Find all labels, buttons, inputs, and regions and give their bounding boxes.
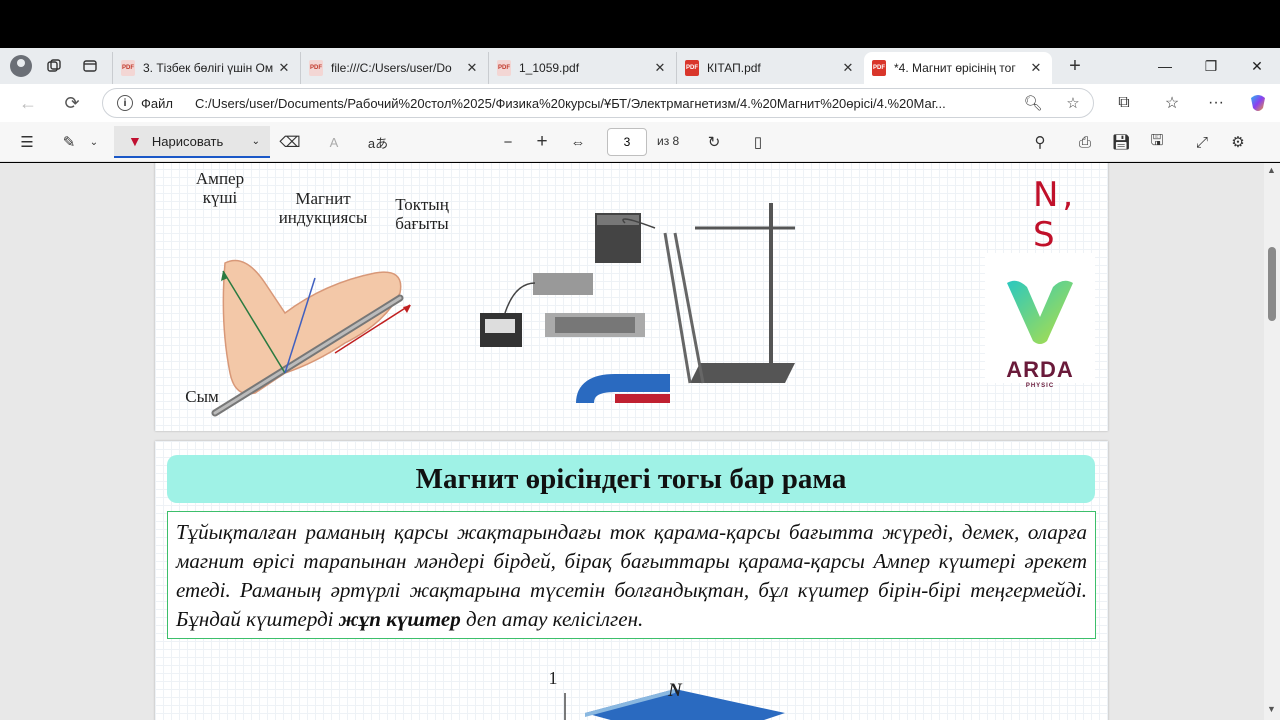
- fit-page-icon[interactable]: ⇔: [566, 130, 590, 154]
- tab-3[interactable]: PDF КІТАП.pdf ✕: [676, 52, 864, 84]
- pdf-page-current: Магнит өрісіндегі тогы бар рама Тұйықтал…: [155, 441, 1108, 720]
- tab-1[interactable]: PDF file:///C:/Users/user/Do ✕: [300, 52, 488, 84]
- pen-icon: ▼: [128, 133, 142, 149]
- label-current-direction: Токтың бағыты: [395, 195, 449, 233]
- restore-button[interactable]: ❐: [1188, 48, 1234, 84]
- tab-title: 3. Тізбек бөлігі үшін Ом: [143, 61, 274, 75]
- address-bar-row: ← ⟳ i Файл C:/Users/user/Documents/Рабоч…: [0, 84, 1280, 122]
- favorites-icon[interactable]: ☆: [1152, 84, 1192, 122]
- page-number-input[interactable]: 3: [607, 128, 647, 156]
- refresh-button[interactable]: ⟳: [54, 93, 90, 114]
- figure-label-1: 1: [548, 668, 558, 688]
- pdf-icon: PDF: [309, 60, 323, 76]
- new-tab-button[interactable]: +: [1060, 55, 1090, 78]
- tab-title: КІТАП.pdf: [707, 61, 761, 75]
- extensions-icon[interactable]: ⧉: [1104, 84, 1144, 122]
- figure-label-N: N: [668, 680, 682, 701]
- page-view-icon[interactable]: ▯: [746, 130, 770, 154]
- logo-subtitle: PHYSIC: [1025, 383, 1055, 389]
- address-field[interactable]: i Файл C:/Users/user/Documents/Рабочий%2…: [102, 88, 1094, 118]
- arda-logo: ARDA PHYSIC: [985, 253, 1095, 389]
- pdf-viewport[interactable]: Ампер күші Магнит индукциясы Токтың бағы…: [0, 163, 1280, 720]
- fullscreen-icon[interactable]: ⤢: [1190, 130, 1214, 154]
- tab-0[interactable]: PDF 3. Тізбек бөлігі үшін Ом ✕: [112, 52, 300, 84]
- pdf-icon: PDF: [497, 60, 511, 76]
- close-icon[interactable]: ✕: [464, 60, 480, 76]
- pdf-toolbar: ☰ ✎ ⌄ ▼ Нарисовать ⌄ ⌫ A aあ − + ⇔ 3 из 8…: [0, 122, 1280, 162]
- tab-actions-icon[interactable]: [76, 52, 104, 80]
- read-aloud-icon[interactable]: aあ: [366, 130, 390, 154]
- label-ampere-force: Ампер күші: [195, 169, 245, 207]
- close-icon[interactable]: ✕: [1028, 60, 1044, 76]
- browser-window: PDF 3. Тізбек бөлігі үшін Ом ✕ PDF file:…: [0, 0, 1280, 720]
- logo-name: ARDA: [1006, 357, 1074, 382]
- save-as-icon[interactable]: 🖫: [1145, 130, 1169, 154]
- pdf-page-previous: Ампер күші Магнит индукциясы Токтың бағы…: [155, 163, 1108, 431]
- text-icon: A: [329, 134, 339, 150]
- highlight-icon[interactable]: ✎: [56, 130, 82, 154]
- definition-box: Тұйықталған раманың қарсы жақтарындағы т…: [167, 511, 1096, 639]
- close-icon[interactable]: ✕: [840, 60, 856, 76]
- window-controls: — ❐ ✕: [1142, 48, 1280, 84]
- save-icon[interactable]: 💾︎: [1109, 130, 1133, 154]
- label-wire: Сым: [185, 387, 219, 406]
- bold-term: жұп күштер: [338, 607, 461, 631]
- handwritten-annotation: N, S: [1033, 175, 1078, 255]
- lab-apparatus-diagram: [480, 203, 795, 403]
- minimize-button[interactable]: —: [1142, 48, 1188, 84]
- tab-4-active[interactable]: PDF *4. Магнит өрісінің тог ✕: [864, 52, 1052, 84]
- draw-label: Нарисовать: [151, 133, 224, 149]
- zoom-out-button[interactable]: −: [496, 130, 520, 154]
- url-text: C:/Users/user/Documents/Рабочий%20стол%2…: [194, 95, 946, 111]
- rotate-icon[interactable]: ↻: [702, 130, 726, 154]
- profile-avatar[interactable]: [10, 55, 32, 77]
- scroll-up-icon[interactable]: ▲: [1267, 165, 1276, 175]
- search-icon[interactable]: ⚲: [1028, 130, 1052, 154]
- settings-gear-icon[interactable]: ⚙: [1226, 130, 1250, 154]
- label-magnetic-induction: Магнит индукциясы: [278, 189, 368, 227]
- close-window-button[interactable]: ✕: [1234, 48, 1280, 84]
- info-icon[interactable]: i: [117, 95, 133, 111]
- file-label: Файл: [141, 95, 173, 111]
- workspaces-icon[interactable]: [40, 52, 68, 80]
- favorite-star-icon[interactable]: ☆: [1053, 94, 1093, 112]
- tab-title: 1_1059.pdf: [519, 61, 580, 75]
- scrollbar-thumb[interactable]: [1268, 247, 1276, 321]
- close-icon[interactable]: ✕: [276, 60, 292, 76]
- arda-v-icon: [1007, 280, 1073, 344]
- pdf-icon: PDF: [685, 60, 699, 76]
- highlight-dropdown-icon[interactable]: ⌄: [86, 130, 102, 154]
- tab-strip: PDF 3. Тізбек бөлігі үшін Ом ✕ PDF file:…: [0, 48, 1280, 84]
- draw-button[interactable]: ▼ Нарисовать ⌄: [114, 126, 270, 158]
- tab-title: *4. Магнит өрісінің тог: [894, 61, 1016, 75]
- close-icon[interactable]: ✕: [652, 60, 668, 76]
- eraser-icon[interactable]: ⌫: [278, 130, 302, 154]
- vertical-scrollbar[interactable]: ▲ ▼: [1264, 163, 1280, 720]
- tab-title: file:///C:/Users/user/Do: [331, 61, 452, 75]
- back-button[interactable]: ←: [10, 93, 46, 114]
- top-black-bar: [0, 0, 1280, 48]
- chevron-down-icon[interactable]: ⌄: [252, 136, 260, 147]
- paragraph-end: деп атау келісілген.: [460, 607, 644, 631]
- tab-2[interactable]: PDF 1_1059.pdf ✕: [488, 52, 676, 84]
- zoom-in-button[interactable]: +: [530, 130, 554, 154]
- section-heading: Магнит өрісіндегі тогы бар рама: [167, 455, 1095, 503]
- menu-dots-icon[interactable]: ···: [1196, 84, 1236, 122]
- frame-in-field-diagram: [564, 689, 785, 720]
- contents-list-icon[interactable]: ☰: [14, 130, 40, 154]
- pdf-icon: PDF: [121, 60, 135, 76]
- page-count: из 8: [657, 134, 680, 148]
- copilot-icon[interactable]: [1238, 84, 1278, 122]
- pdf-icon: PDF: [872, 60, 886, 76]
- print-icon[interactable]: ⎙: [1073, 130, 1097, 154]
- scroll-down-icon[interactable]: ▼: [1267, 704, 1276, 714]
- zoom-icon[interactable]: 🔍︎: [1013, 94, 1053, 112]
